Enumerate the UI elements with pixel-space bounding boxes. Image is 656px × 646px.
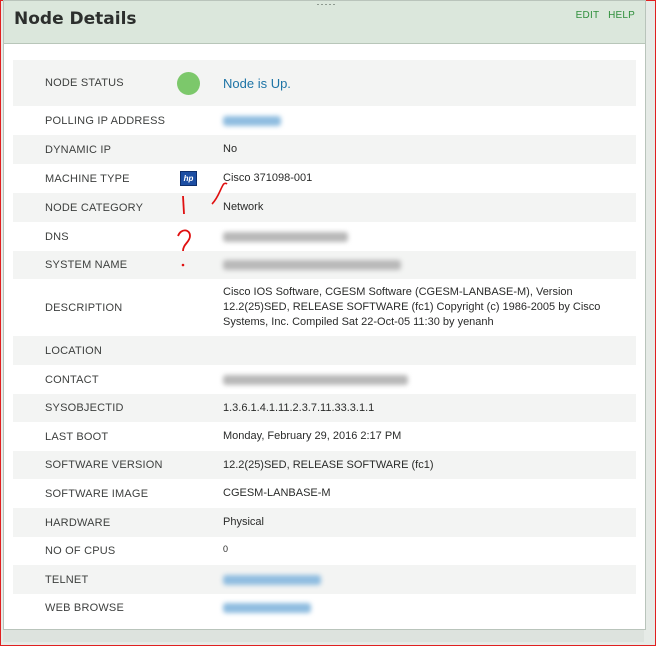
table-row-software-image: SOFTWARE IMAGE CGESM-LANBASE-M [13,479,636,508]
table-row-description: DESCRIPTION Cisco IOS Software, CGESM So… [13,279,636,336]
row-label: LAST BOOT [45,430,109,443]
panel-title: Node Details [14,9,137,29]
node-status-link[interactable]: Node is Up. [223,76,628,91]
table-row-web-browse: WEB BROWSE [13,594,636,622]
row-value: 1.3.6.1.4.1.11.2.3.7.11.33.3.1.1 [223,401,375,414]
row-value: Physical [223,516,264,528]
row-label: SOFTWARE VERSION [45,459,163,471]
table-row-polling-ip: POLLING IP ADDRESS [13,106,636,135]
table-row-node-category: NODE CATEGORY Network [13,193,636,222]
table-row-hardware: HARDWARE Physical [13,508,636,537]
details-table: NODE STATUS Node is Up. POLLING IP ADDRE… [13,60,636,622]
row-value: Cisco 371098-001 [223,172,313,184]
table-row-sysobjectid: SYSOBJECTID 1.3.6.1.4.1.11.2.3.7.11.33.3… [13,394,636,422]
row-label: CONTACT [45,373,99,386]
row-label: HARDWARE [45,516,111,529]
row-value: 0 [223,543,229,554]
row-label: DNS [45,230,69,243]
row-value: No [223,143,238,155]
table-row-system-name: SYSTEM NAME [13,251,636,279]
row-label: SYSTEM NAME [45,259,128,271]
web-browse-link[interactable] [223,603,311,613]
row-label: DESCRIPTION [45,301,123,314]
hp-logo-icon: hp [180,171,197,186]
table-row-node-status: NODE STATUS Node is Up. [13,60,636,106]
redacted-value [223,260,401,270]
panel-header: Node Details EDIT HELP [4,1,645,44]
table-row-telnet: TELNET [13,565,636,594]
table-row-dns: DNS [13,222,636,251]
row-label: WEB BROWSE [45,602,125,614]
drag-handle[interactable] [316,3,336,7]
row-value: CGESM-LANBASE-M [223,487,331,499]
edit-link[interactable]: EDIT [576,10,599,21]
table-row-last-boot: LAST BOOT Monday, February 29, 2016 2:17… [13,422,636,451]
row-label: DYNAMIC IP [45,143,112,156]
row-label: POLLING IP ADDRESS [45,114,166,127]
row-label: LOCATION [45,344,103,357]
node-details-panel: Node Details EDIT HELP NODE STATUS Node … [3,0,646,630]
status-up-icon [177,71,200,95]
redacted-value [223,374,408,385]
row-label: TELNET [45,573,89,586]
help-link[interactable]: HELP [608,10,635,21]
table-row-location: LOCATION [13,336,636,365]
table-row-software-version: SOFTWARE VERSION 12.2(25)SED, RELEASE SO… [13,451,636,479]
row-label: SYSOBJECTID [45,402,124,414]
table-row-machine-type: MACHINE TYPE hp Cisco 371098-001 [13,164,636,193]
redacted-value [223,231,348,242]
panel-bottom-bar [3,630,644,642]
row-value: Monday, February 29, 2016 2:17 PM [223,430,402,442]
row-value: 12.2(25)SED, RELEASE SOFTWARE (fc1) [223,458,434,471]
row-value: Cisco IOS Software, CGESM Software (CGES… [223,286,601,328]
table-row-no-of-cpus: NO OF CPUS 0 [13,537,636,565]
table-row-dynamic-ip: DYNAMIC IP No [13,135,636,164]
row-label: MACHINE TYPE [45,172,130,185]
header-actions: EDIT HELP [570,10,635,21]
redacted-value[interactable] [223,115,281,126]
row-label: SOFTWARE IMAGE [45,487,149,500]
telnet-link[interactable] [223,574,321,585]
row-label: NODE CATEGORY [45,201,144,214]
row-label: NODE STATUS [45,77,124,89]
row-label: NO OF CPUS [45,545,116,557]
table-row-contact: CONTACT [13,365,636,394]
row-value: Network [223,201,264,213]
